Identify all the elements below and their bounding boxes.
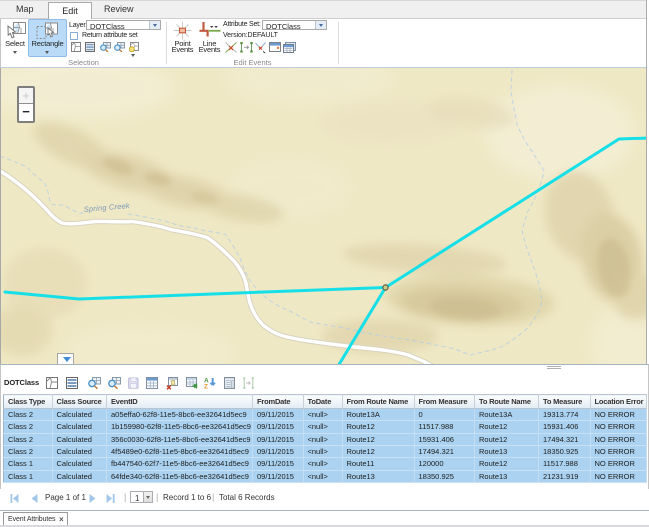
- svg-text:Z: Z: [204, 384, 208, 390]
